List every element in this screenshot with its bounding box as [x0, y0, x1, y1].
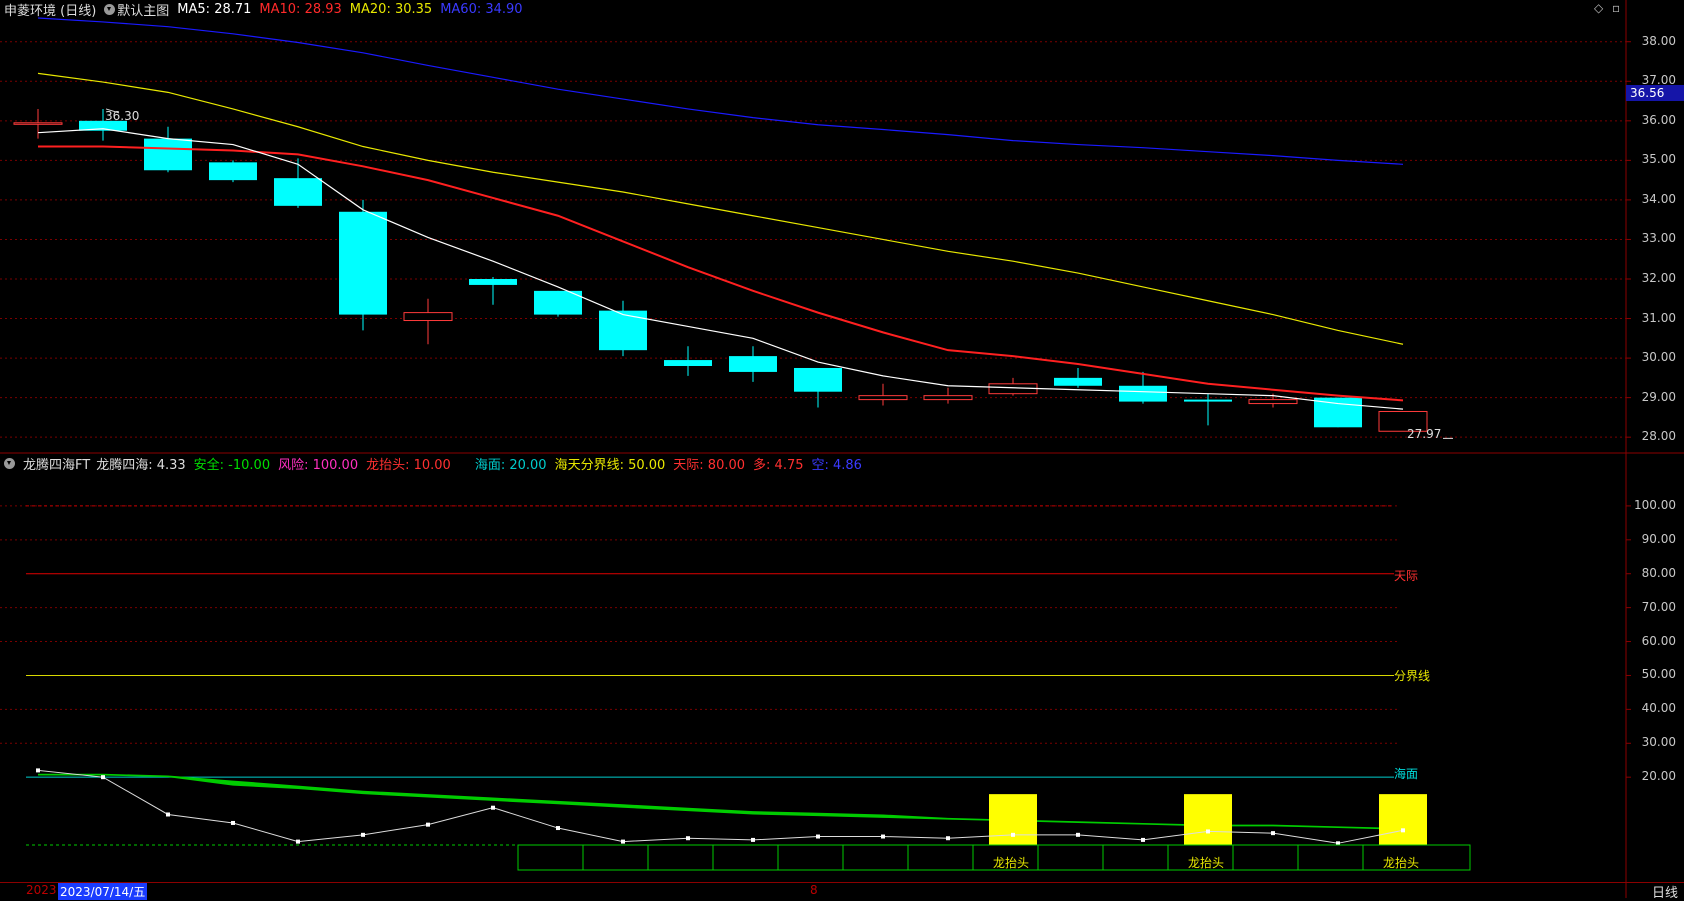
sea-line-label: 海面 [1394, 767, 1419, 781]
candle-body [599, 310, 647, 351]
low-price-label: 27.97 [1407, 427, 1442, 441]
indicator-point [361, 832, 365, 837]
date-mid-label: 8 [810, 883, 818, 897]
price-tick-label: 31.00 [1641, 310, 1676, 325]
candle-body [664, 360, 712, 366]
indicator-tick-label: 30.00 [1641, 735, 1676, 750]
period-label[interactable]: 日线 [1652, 882, 1678, 901]
dragon-head-signal-bar [1379, 794, 1427, 845]
candle-body [1184, 399, 1232, 402]
dragon-head-signal-label: 龙抬头 [993, 856, 1030, 870]
dragon-head-signal-bar [989, 794, 1037, 845]
price-tick-label: 35.00 [1641, 152, 1676, 167]
indicator-point [491, 805, 495, 810]
dragon-head-signal-bar [1184, 794, 1232, 845]
candle-body [209, 162, 257, 181]
candle-body [13, 122, 63, 125]
price-tick-label: 34.00 [1641, 191, 1676, 206]
indicator-tick-label: 70.00 [1641, 599, 1676, 614]
price-tick-label: 28.00 [1641, 429, 1676, 444]
ma20-line [37, 72, 1404, 345]
indicator-point [751, 837, 755, 842]
candle-body [794, 367, 842, 392]
indicator-point [621, 839, 625, 844]
sky-line-label: 天际 [1394, 569, 1419, 583]
ma10-line [38, 145, 1404, 402]
price-tick-label: 38.00 [1641, 33, 1676, 48]
indicator-point [881, 834, 885, 839]
candle-body [469, 279, 517, 285]
kline-chart[interactable] [0, 0, 1684, 898]
candle-body [339, 211, 387, 315]
price-tick-label: 32.00 [1641, 271, 1676, 285]
indicator-point [231, 820, 235, 825]
indicator-point [686, 836, 690, 841]
indicator-point [101, 775, 105, 780]
price-tick-label: 29.00 [1641, 389, 1676, 404]
candle-body [1054, 377, 1102, 386]
indicator-point [166, 812, 170, 817]
candle-body [923, 395, 973, 401]
indicator-point [556, 826, 560, 831]
indicator-point [1206, 829, 1210, 834]
indicator-point [816, 834, 820, 839]
indicator-point [296, 839, 300, 844]
candle-body [729, 356, 777, 372]
price-tick-label: 30.00 [1641, 350, 1676, 365]
indicator-point [1011, 832, 1015, 837]
candle-body [144, 138, 192, 171]
indicator-point [36, 768, 40, 773]
candle-body [1119, 385, 1167, 402]
candle-body [1248, 399, 1298, 405]
indicator-tick-label: 100.00 [1634, 497, 1676, 512]
indicator-point [946, 836, 950, 841]
ma60-line [37, 17, 1404, 165]
high-price-label: 36.30 [105, 109, 140, 123]
price-tick-label: 33.00 [1641, 231, 1676, 246]
dragon-head-signal-label: 龙抬头 [1188, 856, 1225, 870]
indicator-point [426, 822, 430, 827]
date-left-label: 2023 [26, 883, 57, 897]
indicator-point [1401, 828, 1405, 833]
candle-body [858, 395, 908, 401]
price-badge: 36.56 [1626, 85, 1684, 101]
indicator-tick-label: 80.00 [1641, 565, 1676, 580]
indicator-point [1141, 837, 1145, 842]
divider-line-label: 分界线 [1394, 669, 1431, 683]
indicator-tick-label: 60.00 [1641, 633, 1676, 648]
candle-body [274, 178, 322, 206]
selected-date: 2023/07/14/五 [58, 883, 148, 900]
indicator-tick-label: 40.00 [1641, 701, 1676, 716]
indicator-tick-label: 20.00 [1641, 769, 1676, 784]
indicator-point [1076, 832, 1080, 837]
indicator-tick-label: 50.00 [1641, 667, 1676, 682]
indicator-tick-label: 90.00 [1641, 531, 1676, 546]
price-tick-label: 36.00 [1641, 112, 1676, 127]
candle-body [403, 312, 453, 322]
date-bar [0, 882, 1684, 899]
indicator-point [1271, 831, 1275, 836]
dragon-head-signal-label: 龙抬头 [1383, 856, 1420, 870]
